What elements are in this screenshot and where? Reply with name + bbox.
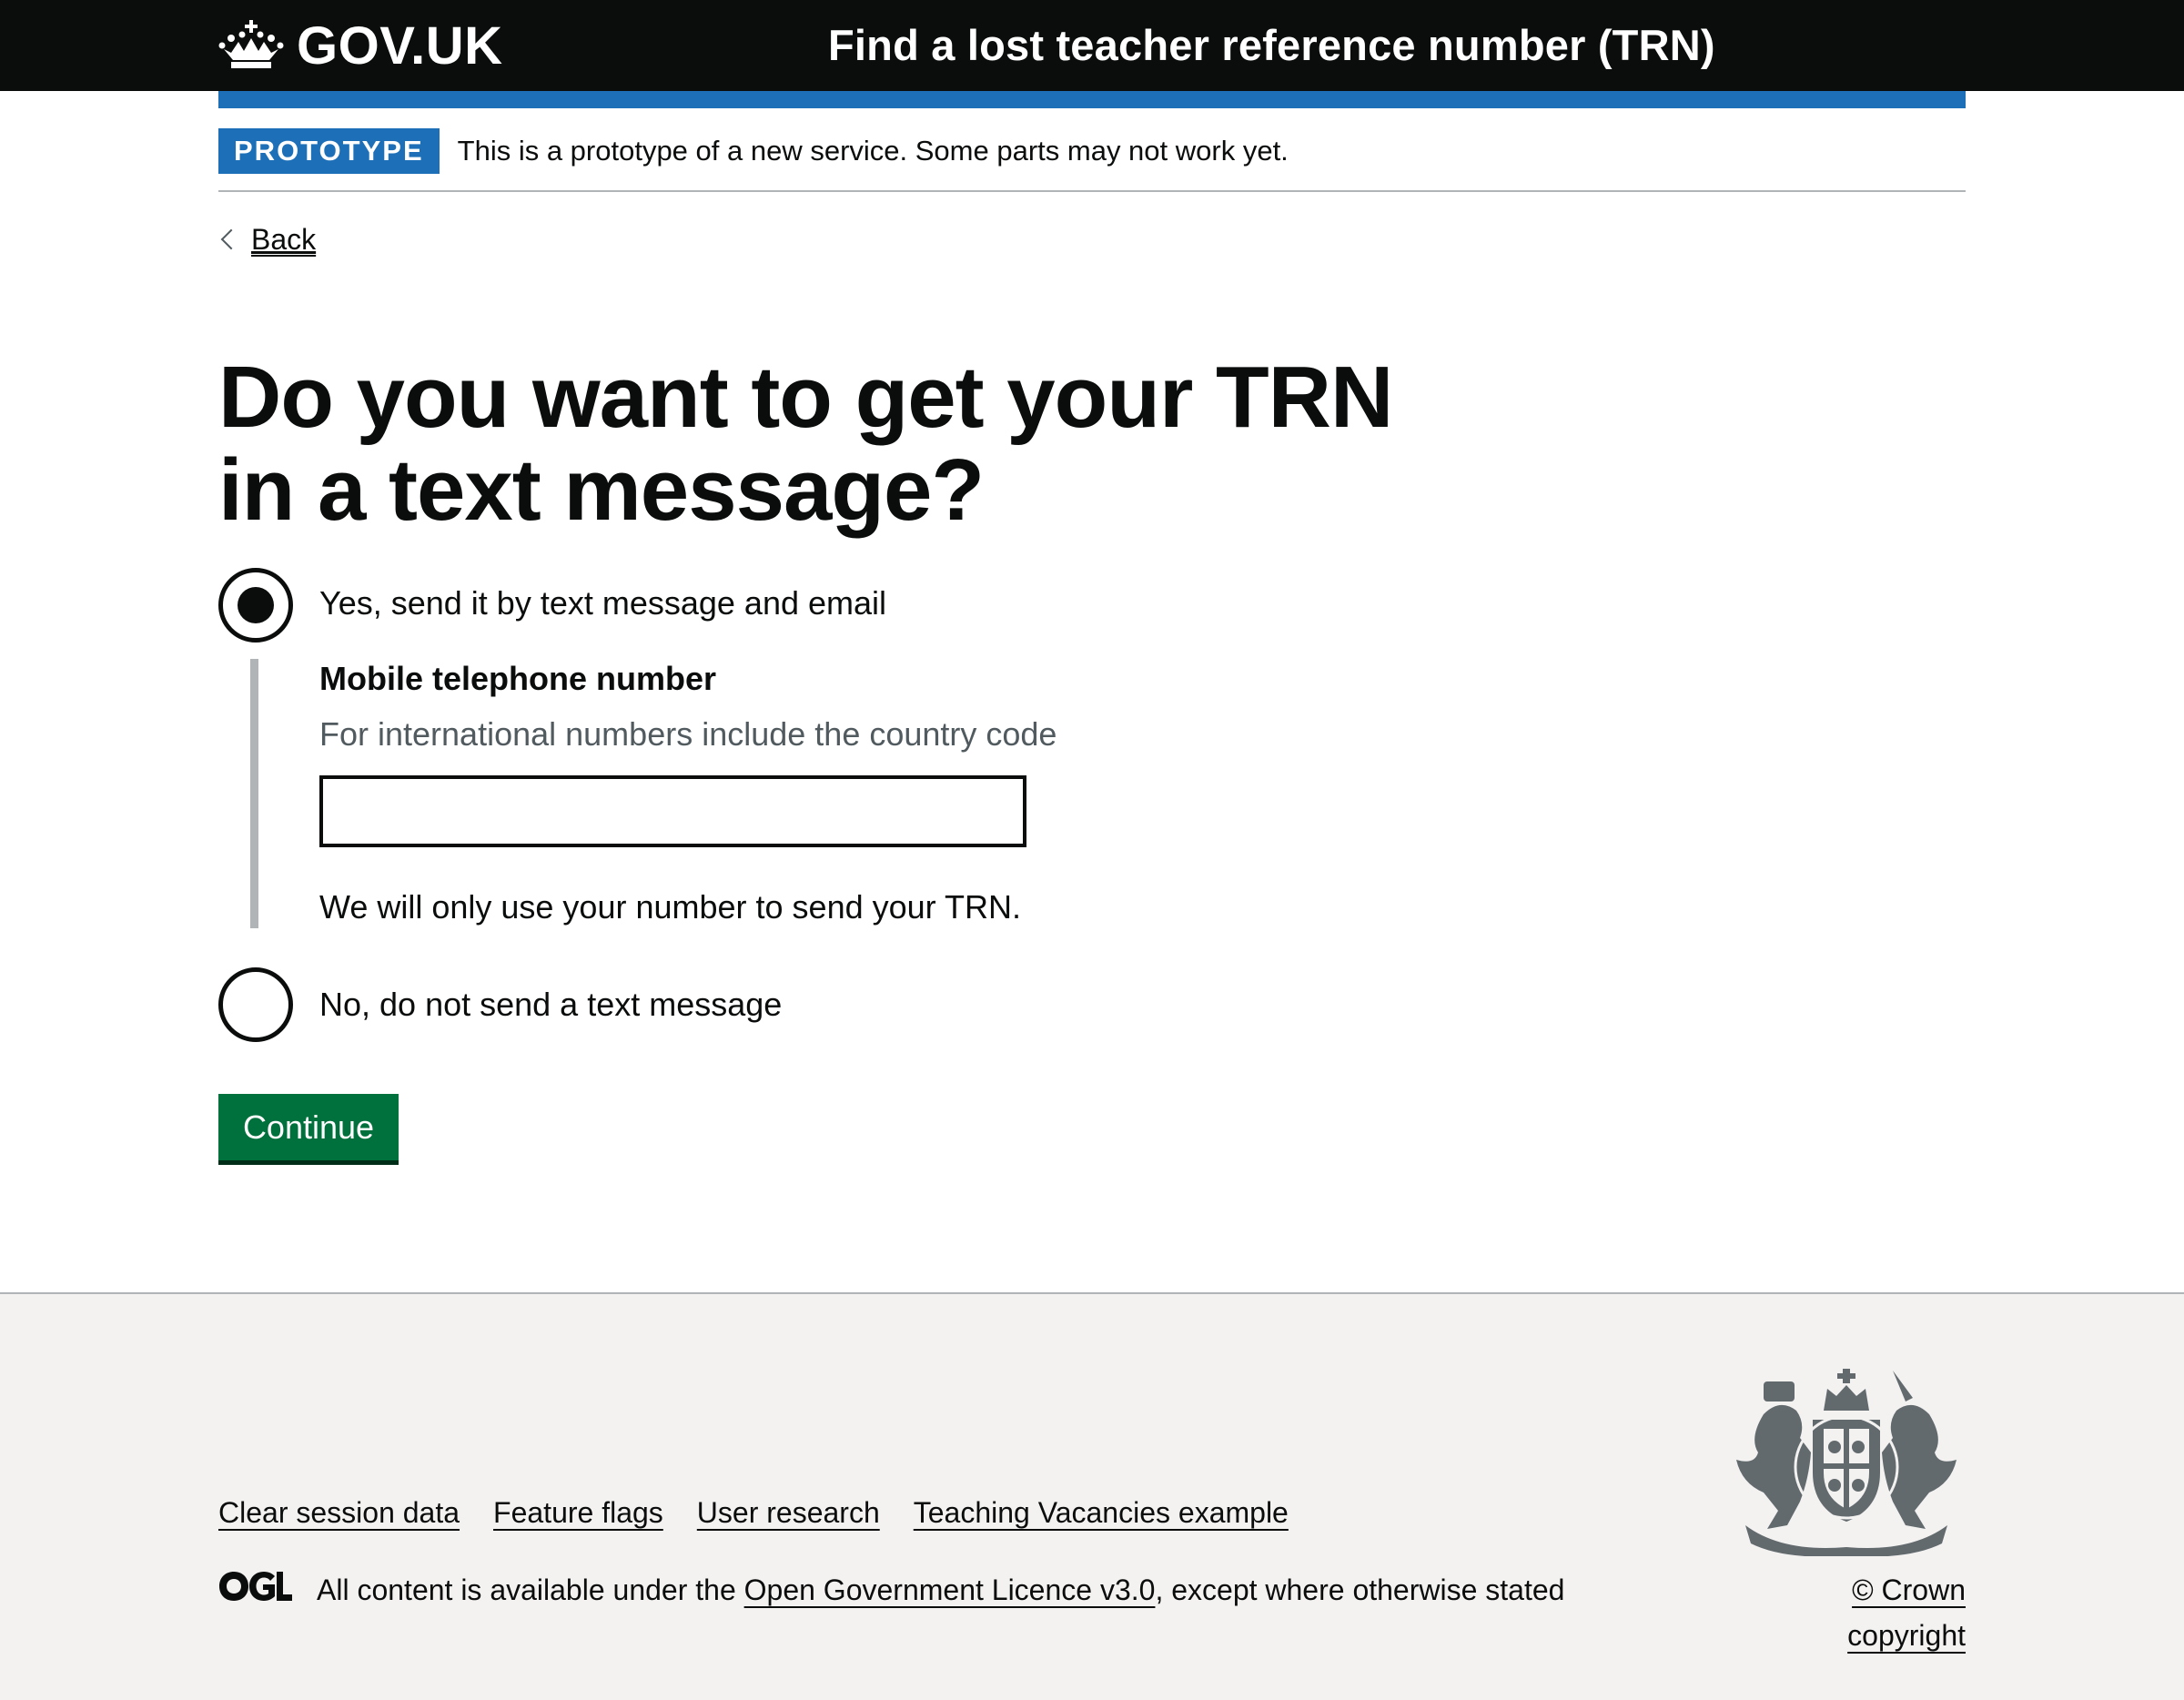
licence-prefix: All content is available under the <box>317 1573 744 1606</box>
crown-icon <box>218 18 297 74</box>
page-title: Do you want to get your TRN in a text me… <box>218 349 1393 539</box>
radio-yes-selected-dot <box>238 587 274 623</box>
header-blue-bar <box>218 91 1966 108</box>
licence-suffix: , except where otherwise stated <box>1155 1573 1565 1606</box>
conditional-reveal-border <box>250 659 258 928</box>
radio-no-label[interactable]: No, do not send a text message <box>319 982 782 1027</box>
chevron-left-icon <box>220 228 242 250</box>
radio-yes-label[interactable]: Yes, send it by text message and email <box>319 581 886 626</box>
licence-statement: All content is available under the Open … <box>218 1567 1564 1613</box>
crown-copyright-link[interactable]: © Crown copyright <box>1727 1567 1966 1652</box>
govuk-header: GOV.UK Find a lost teacher reference num… <box>0 0 2184 91</box>
govuk-logo-text: GOV.UK <box>297 15 503 76</box>
royal-coat-of-arms-icon <box>1736 1369 1956 1556</box>
footer-links: Clear session data Feature flags User re… <box>218 1496 1322 1530</box>
radio-yes[interactable] <box>218 568 293 643</box>
footer-link-clear-session-data[interactable]: Clear session data <box>218 1496 460 1530</box>
continue-button[interactable]: Continue <box>218 1094 399 1160</box>
back-link-label: Back <box>251 222 317 256</box>
mobile-number-label: Mobile telephone number <box>319 660 717 697</box>
open-government-licence-link[interactable]: Open Government Licence v3.0 <box>744 1574 1156 1607</box>
govuk-homepage-link[interactable]: GOV.UK <box>218 13 502 78</box>
footer-link-feature-flags[interactable]: Feature flags <box>493 1496 663 1530</box>
phase-banner-divider <box>218 190 1966 192</box>
back-link[interactable]: Back <box>218 217 316 262</box>
phase-banner: PROTOTYPE This is a prototype of a new s… <box>218 128 1289 174</box>
radio-no[interactable] <box>218 967 293 1042</box>
phase-banner-text: This is a prototype of a new service. So… <box>457 135 1289 167</box>
mobile-number-note: We will only use your number to send you… <box>319 888 1021 926</box>
ogl-logo-icon <box>218 1571 317 1609</box>
mobile-number-hint: For international numbers include the co… <box>319 715 1057 753</box>
service-name-link[interactable]: Find a lost teacher reference number (TR… <box>828 16 1715 75</box>
footer-link-user-research[interactable]: User research <box>697 1496 880 1530</box>
footer-link-teaching-vacancies-example[interactable]: Teaching Vacancies example <box>914 1496 1289 1530</box>
phase-tag: PROTOTYPE <box>218 128 440 174</box>
mobile-number-input[interactable] <box>319 775 1026 847</box>
